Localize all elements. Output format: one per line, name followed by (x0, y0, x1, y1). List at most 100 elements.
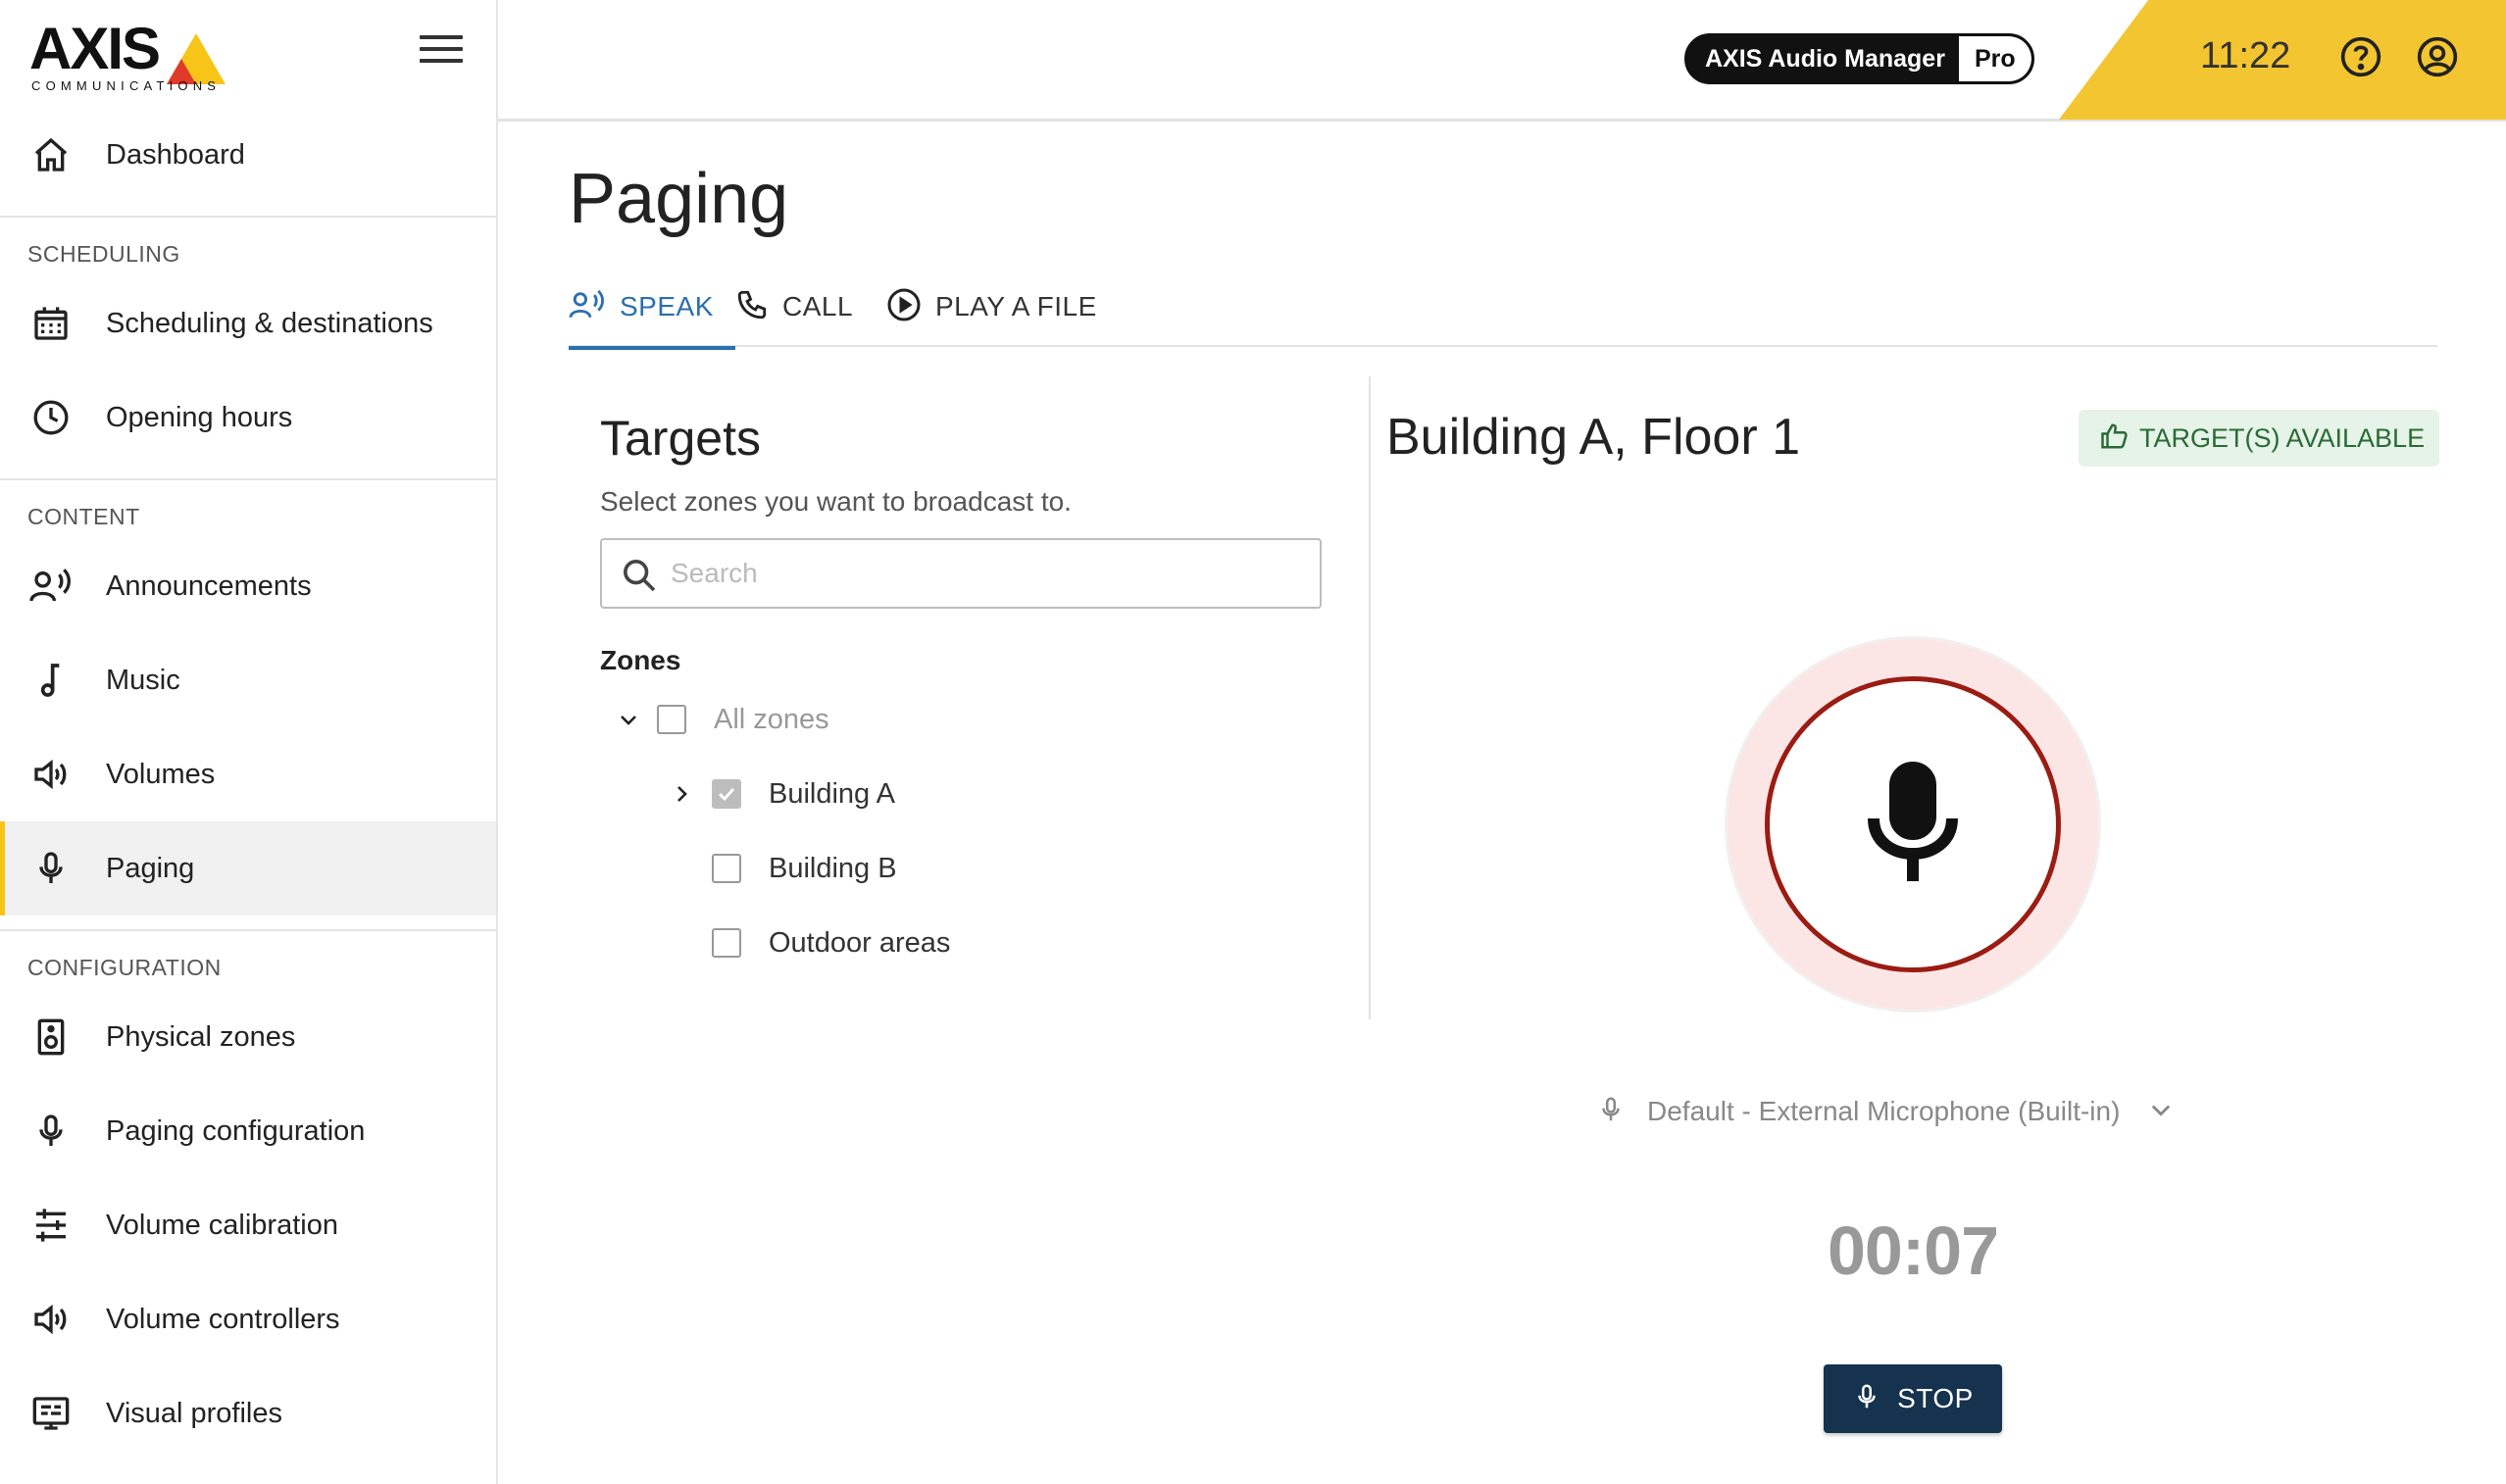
status-badge: TARGET(S) AVAILABLE (2079, 410, 2439, 467)
tab-play-a-file[interactable]: PLAY A FILE (886, 267, 1097, 347)
sidebar-item-announcements[interactable]: Announcements (0, 539, 496, 633)
section-label-configuration: CONFIGURATION (27, 955, 222, 980)
search-input[interactable] (671, 550, 1298, 597)
sidebar: AXIS COMMUNICATIONS Dashboard SCHEDULING… (0, 0, 498, 1484)
sidebar-item-scheduling-destinations[interactable]: Scheduling & destinations (0, 276, 496, 371)
hamburger-icon (420, 35, 463, 39)
axis-logo[interactable]: AXIS COMMUNICATIONS (29, 16, 245, 94)
zone-row-outdoor-areas: Outdoor areas (712, 915, 950, 970)
sidebar-item-label: Volumes (106, 758, 216, 790)
input-device-label: Default - External Microphone (Built-in) (1647, 1096, 2121, 1126)
sidebar-item-label: Music (106, 664, 180, 696)
phone-icon (735, 288, 769, 326)
product-badge: AXIS Audio Manager Pro (1684, 33, 2034, 84)
microphone-icon (29, 847, 73, 890)
stop-button[interactable]: STOP (1824, 1364, 2002, 1433)
menu-toggle-button[interactable] (420, 35, 463, 71)
zone-label: Building A (769, 777, 895, 810)
zone-row-building-b: Building B (712, 841, 897, 896)
building-a-checkbox[interactable] (712, 779, 741, 809)
sidebar-item-label: Announcements (106, 569, 312, 602)
section-label-content: CONTENT (27, 504, 140, 529)
product-tier: Pro (1958, 36, 2031, 81)
sidebar-divider (0, 478, 496, 480)
tab-label: SPEAK (620, 291, 714, 322)
product-name: AXIS Audio Manager (1705, 45, 1945, 73)
sidebar-item-label: Volume calibration (106, 1209, 338, 1241)
clock: 11:22 (2200, 35, 2291, 76)
home-icon (29, 133, 73, 176)
sidebar-item-label: Dashboard (106, 138, 245, 171)
speaker-icon (29, 753, 73, 796)
search-icon (620, 556, 659, 595)
zone-row-building-a: Building A (667, 767, 895, 821)
sidebar-divider (0, 216, 496, 218)
chevron-right-icon[interactable] (667, 779, 696, 809)
sidebar-item-dashboard[interactable]: Dashboard (0, 108, 496, 202)
sidebar-item-volume-controllers[interactable]: Volume controllers (0, 1272, 496, 1366)
checkmark-icon (718, 787, 735, 802)
targets-subtitle: Select zones you want to broadcast to. (600, 486, 1072, 517)
sidebar-item-paging-configuration[interactable]: Paging configuration (0, 1084, 496, 1178)
tab-call[interactable]: CALL (735, 267, 853, 347)
panel-divider (1369, 376, 1371, 1019)
zone-search[interactable] (600, 538, 1322, 609)
chevron-down-icon[interactable] (614, 705, 643, 734)
play-circle-icon (886, 287, 922, 327)
microphone-icon (1862, 760, 1964, 890)
thumbs-up-icon (2100, 421, 2130, 456)
loudspeaker-icon (29, 1015, 73, 1059)
calendar-icon (29, 302, 73, 345)
sidebar-item-music[interactable]: Music (0, 633, 496, 727)
sidebar-item-label: Paging configuration (106, 1114, 366, 1147)
sidebar-item-label: Volume controllers (106, 1303, 340, 1335)
microphone-icon (1596, 1093, 1626, 1131)
zones-label: Zones (600, 645, 681, 675)
sidebar-item-paging[interactable]: Paging (0, 821, 496, 915)
svg-text:AXIS: AXIS (29, 16, 159, 81)
zone-row-all-zones: All zones (614, 692, 829, 747)
page-title: Paging (569, 160, 789, 238)
stop-button-label: STOP (1897, 1383, 1974, 1413)
target-area-title: Building A, Floor 1 (1386, 409, 1801, 466)
status-badge-text: TARGET(S) AVAILABLE (2139, 422, 2426, 453)
sidebar-item-label: Scheduling & destinations (106, 307, 433, 339)
building-b-checkbox[interactable] (712, 854, 741, 883)
microphone-icon (1852, 1380, 1881, 1418)
sidebar-item-label: Physical zones (106, 1020, 296, 1053)
music-note-icon (29, 659, 73, 702)
svg-text:COMMUNICATIONS: COMMUNICATIONS (31, 78, 221, 93)
chevron-down-icon (2147, 1096, 2175, 1128)
help-icon[interactable] (2339, 35, 2382, 78)
section-label-scheduling: SCHEDULING (27, 241, 180, 267)
talk-microphone-button[interactable] (1765, 676, 2061, 972)
zone-label: Building B (769, 852, 897, 884)
sidebar-item-label: Paging (106, 852, 195, 884)
sidebar-divider (0, 929, 496, 931)
tab-speak[interactable]: SPEAK (569, 267, 735, 350)
sidebar-item-opening-hours[interactable]: Opening hours (0, 371, 496, 465)
microphone-icon (29, 1110, 73, 1153)
input-device-select[interactable]: Default - External Microphone (Built-in) (1596, 1086, 2175, 1137)
sidebar-item-label: Opening hours (106, 401, 293, 433)
sliders-icon (29, 1204, 73, 1247)
speaker-icon (29, 1298, 73, 1341)
all-zones-checkbox[interactable] (657, 705, 686, 734)
outdoor-areas-checkbox[interactable] (712, 928, 741, 958)
targets-title: Targets (600, 411, 761, 466)
tab-label: PLAY A FILE (935, 291, 1097, 322)
user-account-icon[interactable] (2416, 35, 2459, 78)
zone-label: Outdoor areas (769, 926, 951, 959)
clock-icon (29, 396, 73, 439)
tab-label: CALL (782, 291, 854, 322)
speaking-person-icon (29, 565, 73, 608)
zone-label: All zones (714, 703, 829, 735)
speak-icon (569, 288, 606, 326)
sidebar-item-volume-calibration[interactable]: Volume calibration (0, 1178, 496, 1272)
sidebar-item-physical-zones[interactable]: Physical zones (0, 990, 496, 1084)
sidebar-item-volumes[interactable]: Volumes (0, 727, 496, 821)
display-icon (29, 1392, 73, 1435)
paging-tabs: SPEAK CALL PLAY A FILE (569, 267, 2437, 350)
sidebar-item-visual-profiles[interactable]: Visual profiles (0, 1366, 496, 1460)
sidebar-item-label: Visual profiles (106, 1397, 283, 1429)
